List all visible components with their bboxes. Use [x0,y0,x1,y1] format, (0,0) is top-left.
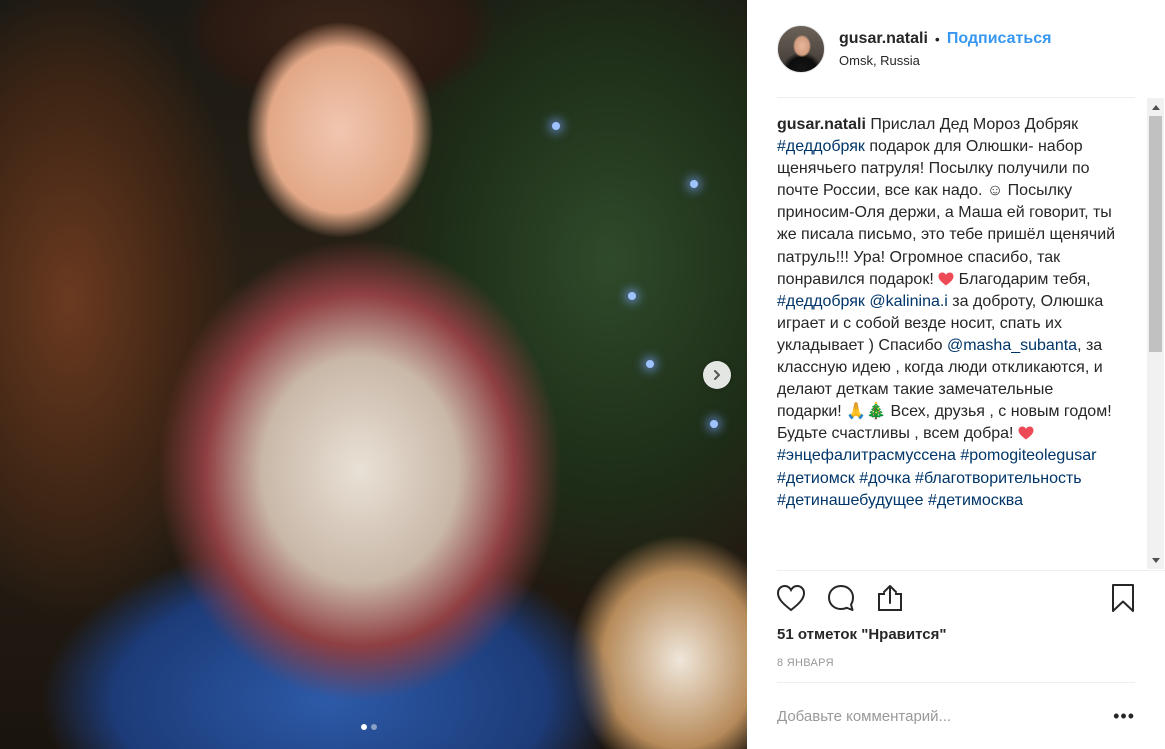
comment-bubble-icon [828,585,854,611]
mention-link[interactable]: @kalinina.i [869,293,948,310]
heart-outline-icon [776,584,806,612]
caption-text-segment: подарок для Олюшки- набор щенячьего патр… [777,138,1116,288]
divider [777,570,1165,571]
tree-light [552,122,560,130]
scrollbar-thumb[interactable] [1149,116,1162,352]
red-heart-emoji-icon [938,272,954,286]
separator-dot: • [934,31,940,47]
post-header: gusar.natali • Подписаться Omsk, Russia [777,22,1135,76]
avatar[interactable] [777,25,825,73]
tree-light [646,360,654,368]
carousel-dot [371,724,377,730]
post-side-panel: gusar.natali • Подписаться Omsk, Russia … [747,0,1165,749]
share-button[interactable] [874,582,906,614]
bookmark-icon [1112,584,1134,612]
hashtag-link[interactable]: #детиомск [777,470,855,487]
caption-text: gusar.natali Прислал Дед Мороз Добряк #д… [777,114,1122,512]
post-photo[interactable] [0,0,747,749]
hashtag-link[interactable]: #дочка [859,470,910,487]
caption-scrollbar[interactable] [1147,98,1164,569]
follow-button[interactable]: Подписаться [947,30,1052,48]
red-heart-emoji-icon [1018,426,1034,440]
scroll-down-button[interactable] [1147,552,1164,569]
comment-input[interactable] [777,707,1077,725]
more-options-button[interactable]: ••• [1113,706,1135,727]
hashtag-link[interactable]: #энцефалитрасмуссена [777,447,956,464]
carousel-dots [361,724,377,730]
likes-count[interactable]: 51 отметок "Нравится" [777,626,946,643]
divider [777,97,1135,98]
action-bar [775,582,1139,616]
hashtag-link[interactable]: #детинашебудущее [777,492,924,509]
caption-text-segment: Прислал Дед Мороз Добряк [870,116,1079,133]
arrow-up-icon [1151,104,1160,110]
header-row: gusar.natali • Подписаться [839,30,1051,48]
scroll-up-button[interactable] [1147,98,1164,115]
next-photo-button[interactable] [703,361,731,389]
divider [777,682,1135,683]
comment-button[interactable] [825,582,857,614]
caption-username-link[interactable]: gusar.natali [777,116,866,133]
tree-light [710,420,718,428]
caption-text-segment: Благодарим тебя, [954,270,1091,288]
mention-link[interactable]: @masha_subanta [947,337,1077,354]
hashtag-link[interactable]: #детимосква [928,492,1023,509]
tree-light [690,180,698,188]
post-date: 8 ЯНВАРЯ [777,657,834,669]
like-button[interactable] [775,582,807,614]
tree-light [628,292,636,300]
hashtag-link[interactable]: #pomogiteolegusar [960,447,1096,464]
carousel-dot-active [361,724,367,730]
hashtag-link[interactable]: #деддобряк [777,138,865,155]
caption-scroll-area[interactable]: gusar.natali Прислал Дед Мороз Добряк #д… [777,114,1135,569]
comment-bar: ••• [777,700,1135,732]
username-link[interactable]: gusar.natali [839,30,928,48]
header-text: gusar.natali • Подписаться Omsk, Russia [839,30,1051,68]
share-icon [878,585,902,611]
chevron-right-icon [714,370,720,380]
location-link[interactable]: Omsk, Russia [839,53,1051,68]
save-button[interactable] [1107,582,1139,614]
hashtag-link[interactable]: #благотворительность [915,470,1082,487]
arrow-down-icon [1151,557,1160,563]
hashtag-link[interactable]: #деддобряк [777,293,865,310]
